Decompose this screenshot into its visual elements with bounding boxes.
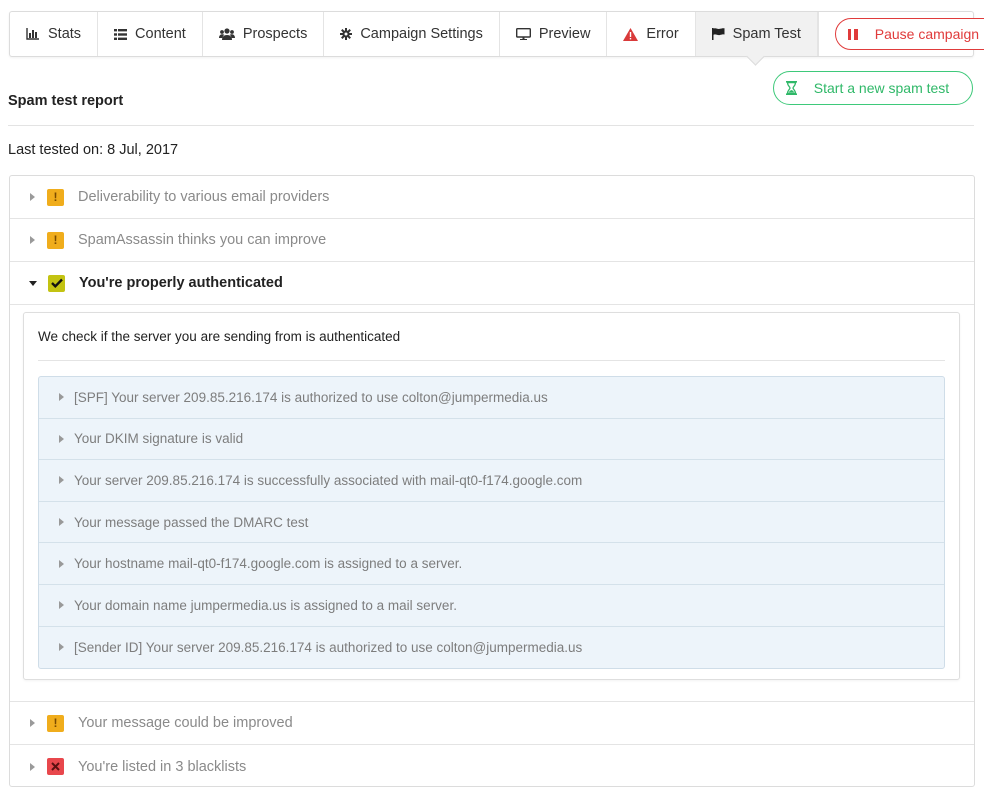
result-label: You're properly authenticated (79, 275, 283, 291)
auth-check-item[interactable]: [Sender ID] Your server 209.85.216.174 i… (39, 627, 944, 669)
result-label: SpamAssassin thinks you can improve (78, 232, 327, 248)
users-icon (218, 28, 235, 40)
auth-check-item[interactable]: Your domain name jumpermedia.us is assig… (39, 585, 944, 627)
tab-stats[interactable]: Stats (10, 12, 99, 56)
page-title: Spam test report (8, 93, 124, 109)
authentication-description: We check if the server you are sending f… (38, 313, 945, 361)
auth-check-item[interactable]: Your server 209.85.216.174 is successful… (39, 460, 944, 502)
tab-label: Preview (538, 26, 591, 42)
caret-right-icon (59, 559, 64, 568)
pause-campaign-button[interactable]: Pause campaign (834, 18, 984, 50)
tab-label: Spam Test (732, 26, 801, 42)
caret-right-icon (59, 643, 64, 652)
auth-check-label: [SPF] Your server 209.85.216.174 is auth… (74, 389, 548, 405)
caret-right-icon (59, 393, 64, 402)
hourglass-icon (786, 81, 797, 95)
bar-chart-icon (26, 28, 40, 40)
auth-check-label: Your hostname mail-qt0-f174.google.com i… (74, 556, 463, 572)
pause-icon (847, 28, 858, 40)
spam-test-results: ! Deliverability to various email provid… (9, 175, 975, 787)
tab-content[interactable]: Content (98, 12, 203, 56)
tab-label: Stats (48, 26, 82, 42)
list-icon (114, 28, 128, 40)
auth-check-label: Your DKIM signature is valid (74, 431, 244, 447)
auth-check-label: Your server 209.85.216.174 is successful… (74, 472, 583, 488)
auth-check-label: [Sender ID] Your server 209.85.216.174 i… (74, 639, 583, 655)
tab-spam-test[interactable]: Spam Test (695, 12, 818, 56)
warning-badge-icon: ! (47, 188, 64, 206)
caret-right-icon (30, 719, 35, 727)
result-item-authentication[interactable]: You're properly authenticated (10, 262, 974, 305)
warning-icon (623, 27, 639, 41)
tab-label: Prospects (242, 26, 308, 42)
auth-check-label: Your message passed the DMARC test (74, 514, 309, 530)
tab-preview[interactable]: Preview (500, 12, 608, 56)
authentication-panel: We check if the server you are sending f… (23, 312, 960, 680)
warning-badge-icon: ! (47, 714, 64, 732)
auth-check-item[interactable]: Your DKIM signature is valid (39, 419, 944, 461)
authentication-checks-list: [SPF] Your server 209.85.216.174 is auth… (38, 376, 945, 670)
pause-campaign-label: Pause campaign (874, 26, 980, 42)
warning-badge-icon: ! (47, 231, 64, 249)
result-item-spamassassin[interactable]: ! SpamAssassin thinks you can improve (10, 219, 974, 262)
result-item-message-content[interactable]: ! Your message could be improved (10, 702, 974, 745)
gear-icon (340, 28, 353, 40)
tab-campaign-settings[interactable]: Campaign Settings (324, 12, 500, 56)
caret-right-icon (59, 518, 64, 527)
monitor-icon (515, 28, 531, 40)
result-label: Deliverability to various email provider… (78, 189, 330, 205)
result-item-blacklists[interactable]: You're listed in 3 blacklists (10, 745, 974, 788)
tab-label: Content (135, 26, 186, 42)
result-label: You're listed in 3 blacklists (78, 758, 247, 775)
tab-prospects[interactable]: Prospects (203, 12, 325, 56)
caret-right-icon (30, 762, 35, 771)
caret-down-icon (29, 280, 37, 286)
auth-check-item[interactable]: Your hostname mail-qt0-f174.google.com i… (39, 543, 944, 585)
flag-icon (711, 28, 725, 40)
campaign-nav: Stats Content Prospects Campaign Setting… (9, 11, 984, 57)
start-new-spam-test-button[interactable]: Start a new spam test (773, 71, 973, 105)
authentication-details: We check if the server you are sending f… (10, 305, 974, 702)
result-item-deliverability[interactable]: ! Deliverability to various email provid… (10, 176, 974, 219)
auth-check-item[interactable]: [SPF] Your server 209.85.216.174 is auth… (39, 377, 944, 419)
caret-right-icon (30, 193, 35, 201)
caret-right-icon (59, 434, 64, 443)
caret-right-icon (30, 236, 35, 244)
auth-check-label: Your domain name jumpermedia.us is assig… (74, 597, 457, 613)
tab-error[interactable]: Error (607, 12, 696, 56)
tab-label: Campaign Settings (360, 26, 483, 42)
divider (8, 125, 974, 126)
start-new-spam-test-label: Start a new spam test (813, 80, 950, 96)
result-label: Your message could be improved (78, 715, 293, 731)
caret-right-icon (59, 601, 64, 610)
caret-right-icon (59, 476, 64, 485)
error-badge-icon (47, 758, 64, 775)
last-tested-date: Last tested on: 8 Jul, 2017 (8, 142, 179, 158)
check-badge-icon (48, 274, 65, 292)
tab-label: Error (646, 26, 679, 42)
auth-check-item[interactable]: Your message passed the DMARC test (39, 502, 944, 544)
